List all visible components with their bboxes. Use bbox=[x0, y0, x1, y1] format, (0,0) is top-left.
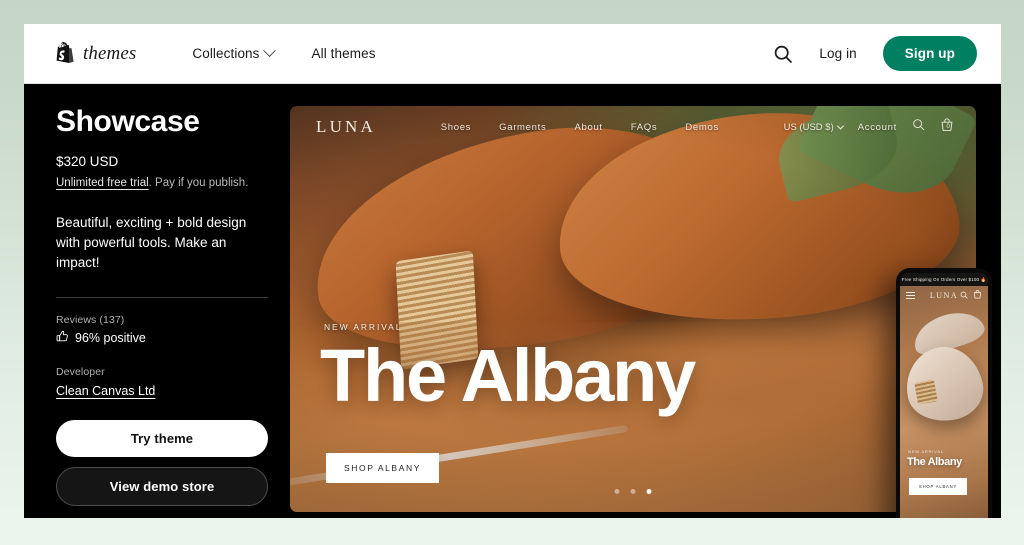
chevron-down-icon bbox=[836, 122, 844, 130]
theme-detail-body: Showcase $320 USD Unlimited free trial. … bbox=[24, 84, 1001, 518]
mobile-hero-eyebrow: NEW ARRIVAL bbox=[908, 449, 944, 454]
store-account-link[interactable]: Account bbox=[858, 122, 897, 133]
desktop-preview[interactable]: LUNA Shoes Garments About FAQs Demos US … bbox=[290, 106, 976, 512]
theme-price: $320 USD bbox=[56, 153, 119, 169]
hero-title: The Albany bbox=[320, 334, 696, 417]
thumbs-up-icon bbox=[56, 330, 69, 346]
trial-note: Unlimited free trial. Pay if you publish… bbox=[56, 175, 266, 191]
mobile-photo-shoe-front bbox=[900, 339, 988, 429]
store-nav-shoes[interactable]: Shoes bbox=[441, 122, 471, 133]
store-nav-about[interactable]: About bbox=[574, 122, 602, 133]
carousel-dot[interactable] bbox=[614, 489, 620, 494]
log-in-link[interactable]: Log in bbox=[819, 46, 856, 61]
unlimited-free-trial-link[interactable]: Unlimited free trial bbox=[56, 177, 149, 189]
sign-up-button[interactable]: Sign up bbox=[882, 36, 977, 71]
developer-link[interactable]: Clean Canvas Ltd bbox=[56, 384, 155, 398]
store-header-actions: US (USD $) Account 0 bbox=[783, 117, 954, 137]
brand-wordmark: themes bbox=[83, 42, 137, 64]
mobile-search-icon[interactable] bbox=[960, 286, 968, 304]
site-header: themes Collections All themes Log in Sig… bbox=[24, 24, 1001, 84]
theme-preview-area: LUNA Shoes Garments About FAQs Demos US … bbox=[290, 106, 992, 518]
mobile-hero-title: The Albany bbox=[907, 456, 962, 468]
store-nav-faqs[interactable]: FAQs bbox=[631, 122, 658, 133]
rating-row: 96% positive bbox=[56, 330, 266, 346]
shopify-bag-icon bbox=[54, 42, 74, 65]
currency-selector[interactable]: US (USD $) bbox=[783, 121, 844, 133]
mobile-preview-device[interactable]: Free Shipping On Orders Over $100 🔥 LUNA bbox=[896, 268, 992, 518]
mobile-shop-albany-button[interactable]: SHOP ALBANY bbox=[909, 478, 968, 495]
currency-selector-label: US (USD $) bbox=[783, 121, 834, 133]
theme-info-sidebar: Showcase $320 USD Unlimited free trial. … bbox=[24, 106, 290, 518]
mobile-preview-screen: Free Shipping On Orders Over $100 🔥 LUNA bbox=[900, 273, 988, 518]
chevron-down-icon bbox=[262, 44, 276, 58]
hamburger-menu-icon[interactable] bbox=[906, 291, 915, 299]
header-actions: Log in Sign up bbox=[773, 36, 977, 71]
rating-text: 96% positive bbox=[75, 331, 146, 346]
mobile-store-logo[interactable]: LUNA bbox=[930, 291, 958, 300]
carousel-dot[interactable] bbox=[630, 489, 636, 494]
try-theme-button[interactable]: Try theme bbox=[56, 420, 268, 458]
reviews-label[interactable]: Reviews (137) bbox=[56, 314, 266, 326]
hero-eyebrow: NEW ARRIVAL bbox=[324, 322, 403, 332]
developer-label: Developer bbox=[56, 366, 105, 379]
store-nav-demos[interactable]: Demos bbox=[685, 122, 719, 133]
shop-albany-button[interactable]: SHOP ALBANY bbox=[326, 453, 439, 483]
mobile-cart-icon[interactable] bbox=[973, 286, 982, 304]
nav-item-collections-label: Collections bbox=[192, 46, 260, 61]
trial-note-rest: . Pay if you publish. bbox=[148, 176, 249, 189]
theme-tagline: Beautiful, exciting + bold design with p… bbox=[56, 214, 247, 271]
page-title: Showcase bbox=[56, 105, 200, 138]
view-demo-store-button[interactable]: View demo store bbox=[56, 467, 268, 507]
carousel-dots bbox=[614, 489, 652, 494]
store-logo[interactable]: LUNA bbox=[316, 117, 376, 137]
shopify-themes-logo[interactable]: themes bbox=[54, 42, 136, 65]
mobile-store-header: LUNA bbox=[900, 286, 988, 304]
store-cart-icon[interactable]: 0 bbox=[940, 117, 954, 137]
theme-store-card: themes Collections All themes Log in Sig… bbox=[24, 24, 1001, 518]
mobile-header-actions bbox=[960, 286, 982, 304]
store-navigation: Shoes Garments About FAQs Demos bbox=[441, 122, 719, 133]
sidebar-divider bbox=[56, 297, 268, 299]
nav-item-collections[interactable]: Collections bbox=[192, 44, 276, 61]
cart-count-badge: 0 bbox=[946, 123, 950, 130]
store-search-icon[interactable] bbox=[912, 118, 925, 136]
carousel-dot-active[interactable] bbox=[646, 489, 652, 494]
primary-navigation: Collections All themes bbox=[192, 44, 376, 61]
preview-store-header: LUNA Shoes Garments About FAQs Demos US … bbox=[290, 106, 976, 148]
search-icon[interactable] bbox=[773, 44, 793, 64]
nav-item-all-themes[interactable]: All themes bbox=[312, 46, 376, 61]
announcement-bar: Free Shipping On Orders Over $100 🔥 bbox=[900, 273, 988, 286]
store-nav-garments[interactable]: Garments bbox=[499, 122, 546, 133]
mobile-photo-heel bbox=[914, 379, 938, 405]
